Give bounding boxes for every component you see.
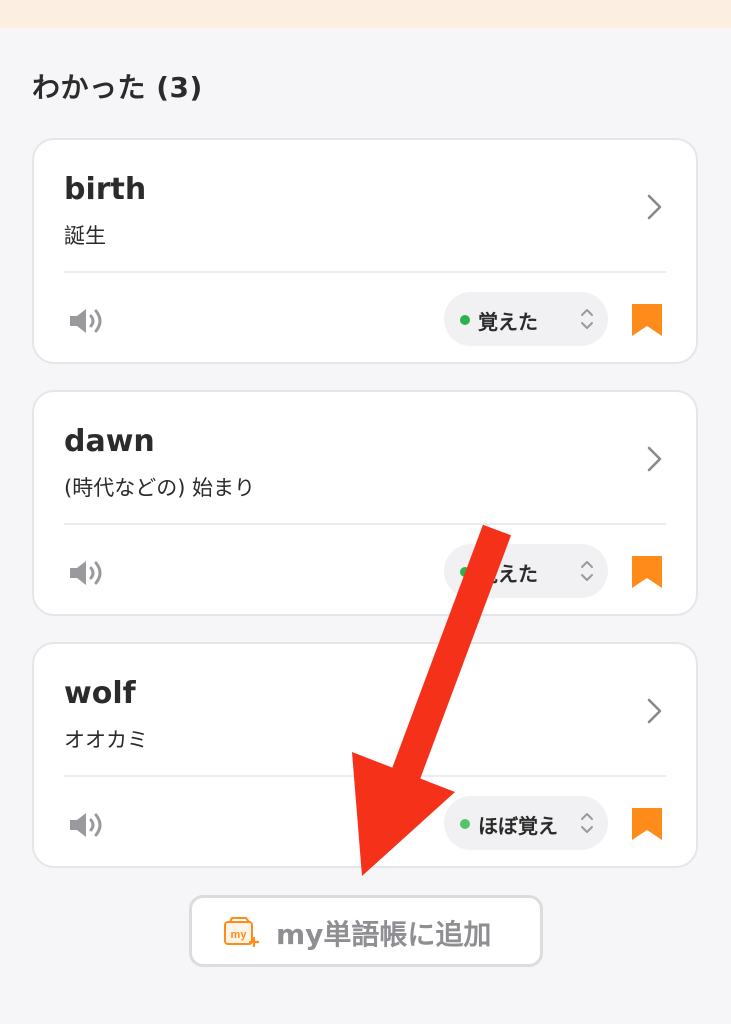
add-to-my-wordbook-button[interactable]: my my単語帳に追加 — [189, 895, 543, 967]
bookmark-icon[interactable] — [630, 302, 664, 338]
section-title: わかった (3) — [32, 71, 203, 104]
word-meaning: オオカミ — [64, 728, 148, 752]
word-text: wolf — [64, 676, 136, 711]
chevron-right-icon[interactable] — [644, 192, 666, 222]
top-banner-strip — [0, 0, 731, 28]
speaker-icon[interactable] — [67, 306, 107, 336]
card-divider — [64, 775, 666, 777]
card-divider — [64, 523, 666, 525]
status-label: 覚えた — [478, 310, 538, 334]
word-card[interactable]: wolf オオカミ ほぼ覚え — [32, 642, 698, 868]
word-card[interactable]: birth 誕生 覚えた — [32, 138, 698, 364]
status-dot — [460, 819, 470, 829]
chevron-right-icon[interactable] — [644, 444, 666, 474]
updown-chevron-icon — [581, 561, 593, 581]
my-icon-text: my — [231, 929, 248, 941]
status-selector[interactable]: ほぼ覚え — [444, 796, 608, 850]
word-text: birth — [64, 172, 147, 207]
updown-chevron-icon — [581, 309, 593, 329]
bookmark-icon[interactable] — [630, 554, 664, 590]
status-selector[interactable]: 覚えた — [444, 292, 608, 346]
bookmark-icon[interactable] — [630, 806, 664, 842]
updown-chevron-icon — [581, 813, 593, 833]
add-button-label: my単語帳に追加 — [276, 918, 492, 951]
word-card[interactable]: dawn (時代などの) 始まり 覚えた — [32, 390, 698, 616]
status-label: 覚えた — [478, 562, 538, 586]
card-divider — [64, 271, 666, 273]
status-label: ほぼ覚え — [478, 814, 558, 838]
my-wordbook-icon: my — [224, 917, 260, 948]
chevron-right-icon[interactable] — [644, 696, 666, 726]
word-meaning: (時代などの) 始まり — [64, 476, 256, 500]
status-dot — [460, 567, 470, 577]
word-meaning: 誕生 — [64, 224, 106, 248]
word-text: dawn — [64, 424, 155, 459]
status-selector[interactable]: 覚えた — [444, 544, 608, 598]
speaker-icon[interactable] — [67, 810, 107, 840]
speaker-icon[interactable] — [67, 558, 107, 588]
status-dot — [460, 315, 470, 325]
